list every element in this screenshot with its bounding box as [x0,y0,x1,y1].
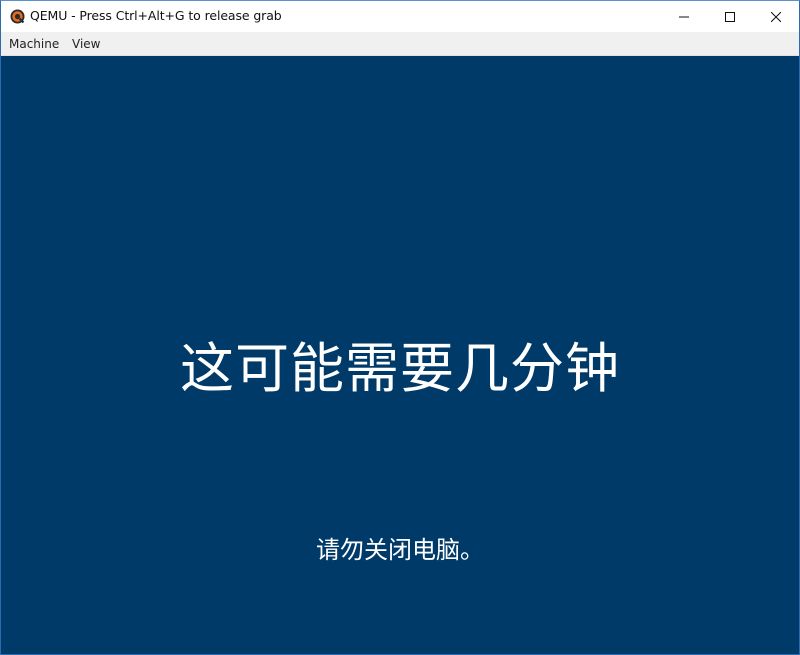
minimize-button[interactable] [661,1,707,32]
guest-display[interactable]: 这可能需要几分钟 请勿关闭电脑。 [1,56,799,654]
close-button[interactable] [753,1,799,32]
qemu-icon[interactable] [10,9,25,24]
window-title: QEMU - Press Ctrl+Alt+G to release grab [30,8,282,23]
maximize-icon [725,7,735,26]
qemu-window: QEMU - Press Ctrl+Alt+G to release grab … [0,0,800,655]
maximize-button[interactable] [707,1,753,32]
do-not-turn-off-message: 请勿关闭电脑。 [316,536,484,564]
menu-bar: Machine View [1,32,799,56]
close-icon [770,7,782,26]
menu-machine[interactable]: Machine [9,37,59,51]
title-bar[interactable]: QEMU - Press Ctrl+Alt+G to release grab [1,1,799,32]
progress-headline: 这可能需要几分钟 [180,337,620,400]
menu-view[interactable]: View [72,37,100,51]
minimize-icon [679,7,689,26]
